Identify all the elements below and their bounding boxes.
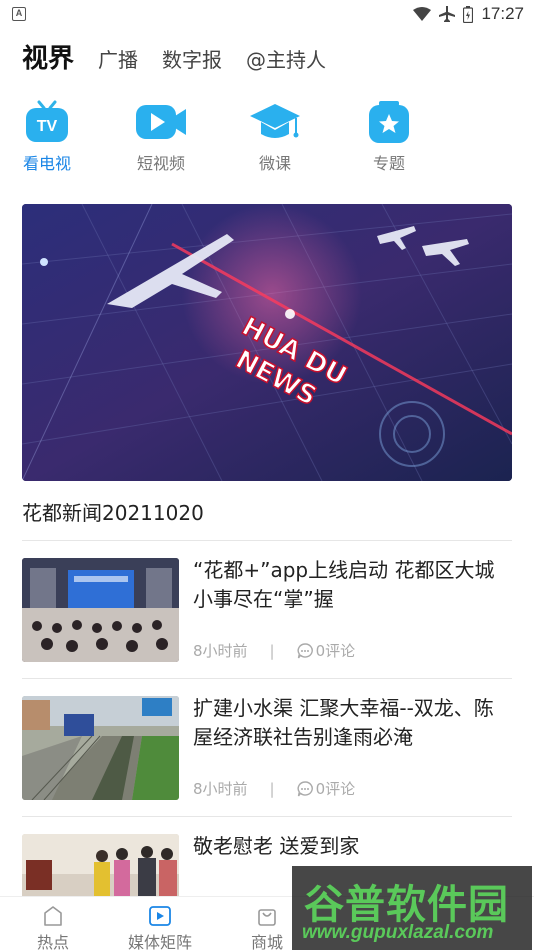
category-label: 看电视 <box>22 154 71 173</box>
news-item[interactable]: “花都+”app上线启动 花都区大城小事尽在“掌”握 8小时前 | 0评论 <box>22 558 514 664</box>
hero-video-thumbnail[interactable]: HUA DU NEWS <box>22 204 512 481</box>
tab-broadcast[interactable]: 广播 <box>98 44 138 73</box>
media-play-icon <box>147 905 173 927</box>
tab-hot[interactable]: 热点 <box>8 905 98 950</box>
category-micro-course[interactable]: 微课 <box>235 100 315 174</box>
tv-icon: TV <box>23 100 71 144</box>
tab-label: 热点 <box>36 933 69 950</box>
divider <box>22 678 512 679</box>
comment-count-label: 0评论 <box>315 780 356 798</box>
status-bar: A 17:27 <box>0 0 534 28</box>
battery-icon <box>463 5 474 23</box>
notification-badge-icon: A <box>12 7 26 21</box>
tab-shijie[interactable]: 视界 <box>22 38 74 75</box>
meta-separator: | <box>269 641 275 660</box>
news-thumbnail <box>22 696 179 800</box>
meta-separator: | <box>269 779 275 798</box>
category-special[interactable]: 专题 <box>349 100 429 174</box>
airplane-icon <box>439 6 456 22</box>
top-nav: 视界 广播 数字报 @主持人 <box>22 38 326 75</box>
category-label: 短视频 <box>136 154 185 173</box>
star-icon <box>365 100 413 144</box>
news-title: “花都+”app上线启动 花都区大城小事尽在“掌”握 <box>193 558 495 611</box>
news-thumbnail <box>22 558 179 662</box>
clock: 17:27 <box>481 4 524 23</box>
news-title: 扩建小水渠 汇聚大幸福--双龙、陈屋经济联社告别逢雨必淹 <box>193 696 494 749</box>
tab-label: 媒体矩阵 <box>127 933 192 950</box>
comment-count[interactable]: 0评论 <box>297 640 356 661</box>
tab-digital-paper[interactable]: 数字报 <box>162 44 222 73</box>
news-meta: 8小时前 | 0评论 <box>193 640 355 661</box>
news-time: 8小时前 <box>193 780 248 798</box>
wifi-icon <box>413 7 432 21</box>
shopping-bag-icon <box>254 905 280 927</box>
comment-icon <box>297 642 313 658</box>
comment-count[interactable]: 0评论 <box>297 778 356 799</box>
svg-text:TV: TV <box>37 118 58 135</box>
tab-label: 商城 <box>250 933 283 950</box>
divider <box>22 816 512 817</box>
comment-icon <box>297 780 313 796</box>
hero-caption[interactable]: 花都新闻20211020 <box>22 497 204 526</box>
news-time: 8小时前 <box>193 642 248 660</box>
category-label: 微课 <box>258 154 291 173</box>
news-meta: 8小时前 | 0评论 <box>193 778 355 799</box>
graduation-cap-icon <box>250 100 300 144</box>
category-label: 专题 <box>372 154 405 173</box>
news-title: 敬老慰老 送爱到家 <box>193 834 360 858</box>
category-short-video[interactable]: 短视频 <box>121 100 201 174</box>
comment-count-label: 0评论 <box>315 642 356 660</box>
tab-media-matrix[interactable]: 媒体矩阵 <box>115 905 205 950</box>
news-item[interactable]: 扩建小水渠 汇聚大幸福--双龙、陈屋经济联社告别逢雨必淹 8小时前 | 0评论 <box>22 696 514 802</box>
tab-host[interactable]: @主持人 <box>246 44 326 73</box>
watermark: 谷普软件园 www.gupuxlazal.com <box>292 866 532 950</box>
divider <box>22 540 512 541</box>
watermark-url: www.gupuxlazal.com <box>302 922 494 943</box>
hot-icon <box>40 905 66 927</box>
play-video-icon <box>136 100 186 144</box>
category-watch-tv[interactable]: TV 看电视 <box>7 100 87 174</box>
category-row: TV 看电视 短视频 微课 专题 <box>0 100 534 176</box>
